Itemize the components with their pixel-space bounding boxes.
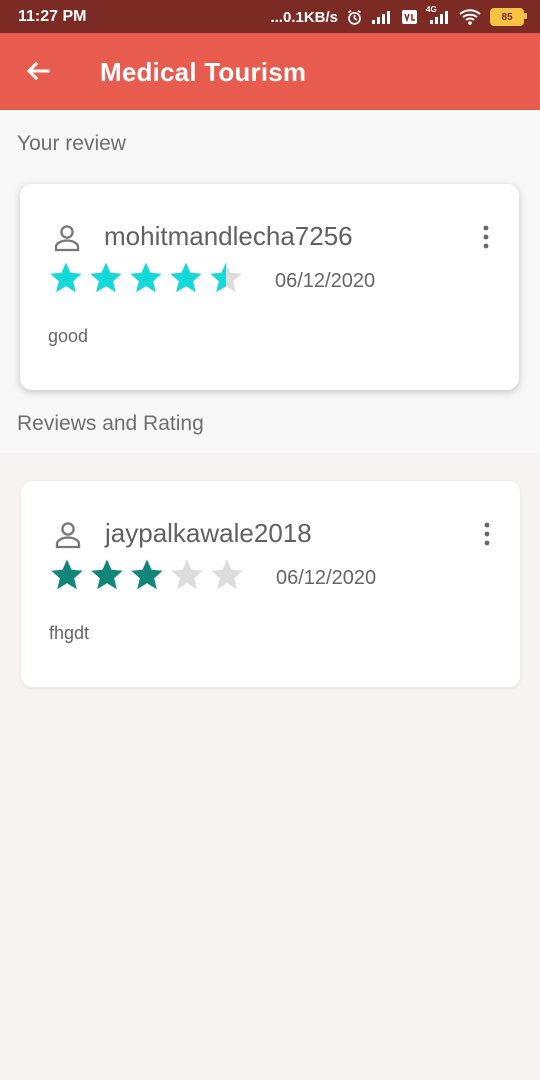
network-speed: ...0.1KB/s (270, 8, 338, 26)
review-card: jaypalkawale2018 06/12/2020 fhgdt (20, 480, 521, 688)
star-filled-icon (131, 559, 163, 590)
alarm-icon (346, 9, 363, 26)
star-filled-icon (91, 559, 123, 590)
review-comment: good (48, 326, 89, 346)
section-label-reviews: Reviews and Rating (17, 412, 204, 435)
page-title: Medical Tourism (100, 57, 307, 87)
app-bar: Medical Tourism (0, 33, 540, 110)
review-username: jaypalkawale2018 (105, 518, 312, 548)
status-bar: 11:27 PM ...0.1KB/s 4G 85 (0, 0, 540, 33)
volte-icon (401, 9, 418, 25)
rating-stars (49, 557, 245, 593)
review-date: 06/12/2020 (275, 270, 376, 292)
review-date: 06/12/2020 (276, 567, 377, 589)
star-filled-icon (170, 262, 202, 293)
rating-stars (48, 260, 244, 296)
star-filled-icon (51, 559, 83, 590)
arrow-left-icon[interactable] (24, 57, 52, 85)
person-icon (54, 225, 80, 252)
person-icon (55, 522, 81, 549)
signal-icon (371, 10, 393, 24)
review-username: mohitmandlecha7256 (104, 221, 353, 251)
status-time: 11:27 PM (18, 8, 87, 25)
signal-4g-icon: 4G (426, 5, 450, 24)
your-review-card: mohitmandlecha7256 06/12/2020 good (20, 184, 519, 390)
battery-level: 85 (501, 11, 513, 23)
section-label-your-review: Your review (17, 132, 126, 155)
star-filled-icon (90, 262, 122, 293)
status-indicators: ...0.1KB/s 4G 85 (270, 5, 527, 28)
wifi-icon (458, 8, 482, 26)
star-empty-icon (211, 559, 243, 590)
star-half-icon (210, 262, 242, 293)
battery-icon: 85 (490, 8, 527, 26)
more-vert-icon[interactable] (478, 224, 494, 250)
signal-4g-label: 4G (426, 5, 437, 14)
star-empty-icon (171, 559, 203, 590)
more-vert-icon[interactable] (479, 521, 495, 547)
review-comment: fhgdt (49, 623, 90, 643)
star-filled-icon (130, 262, 162, 293)
star-filled-icon (50, 262, 82, 293)
